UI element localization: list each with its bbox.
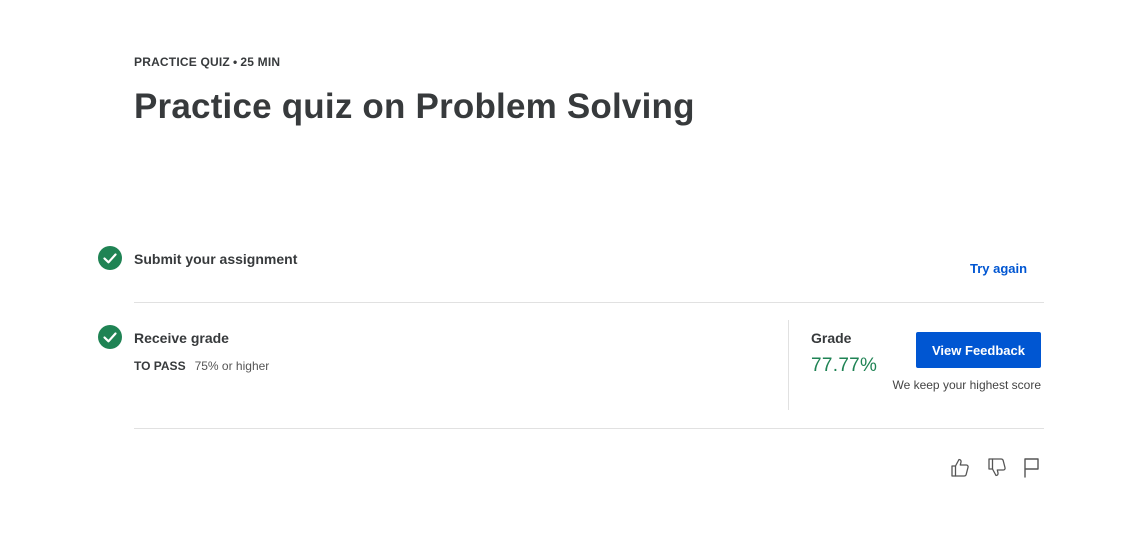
item-duration: 25 MIN	[240, 55, 281, 69]
grade-label: Grade	[811, 330, 852, 346]
view-feedback-button[interactable]: View Feedback	[916, 332, 1041, 368]
grade-value: 77.77%	[811, 355, 878, 376]
step-submit-title: Submit your assignment	[134, 251, 298, 267]
eyebrow-separator: •	[232, 55, 238, 69]
to-pass-requirement: TO PASS 75% or higher	[134, 359, 269, 373]
check-circle-icon	[98, 325, 122, 349]
grade-section-divider	[788, 320, 789, 410]
to-pass-value: 75% or higher	[194, 359, 270, 373]
section-divider	[134, 428, 1044, 429]
page-title: Practice quiz on Problem Solving	[134, 87, 695, 126]
quiz-page: PRACTICE QUIZ • 25 MIN Practice quiz on Pr…	[0, 0, 1126, 544]
step-divider	[134, 302, 1044, 303]
to-pass-label: TO PASS	[134, 359, 186, 373]
flag-icon[interactable]	[1021, 456, 1043, 478]
try-again-link[interactable]: Try again	[970, 261, 1027, 276]
check-circle-icon	[98, 246, 122, 270]
thumbs-up-icon[interactable]	[949, 456, 971, 478]
step-receive-title: Receive grade	[134, 330, 229, 346]
item-type: PRACTICE QUIZ	[134, 55, 230, 69]
highest-score-note: We keep your highest score	[892, 378, 1041, 392]
thumbs-down-icon[interactable]	[986, 457, 1008, 479]
item-eyebrow: PRACTICE QUIZ • 25 MIN	[134, 55, 280, 69]
